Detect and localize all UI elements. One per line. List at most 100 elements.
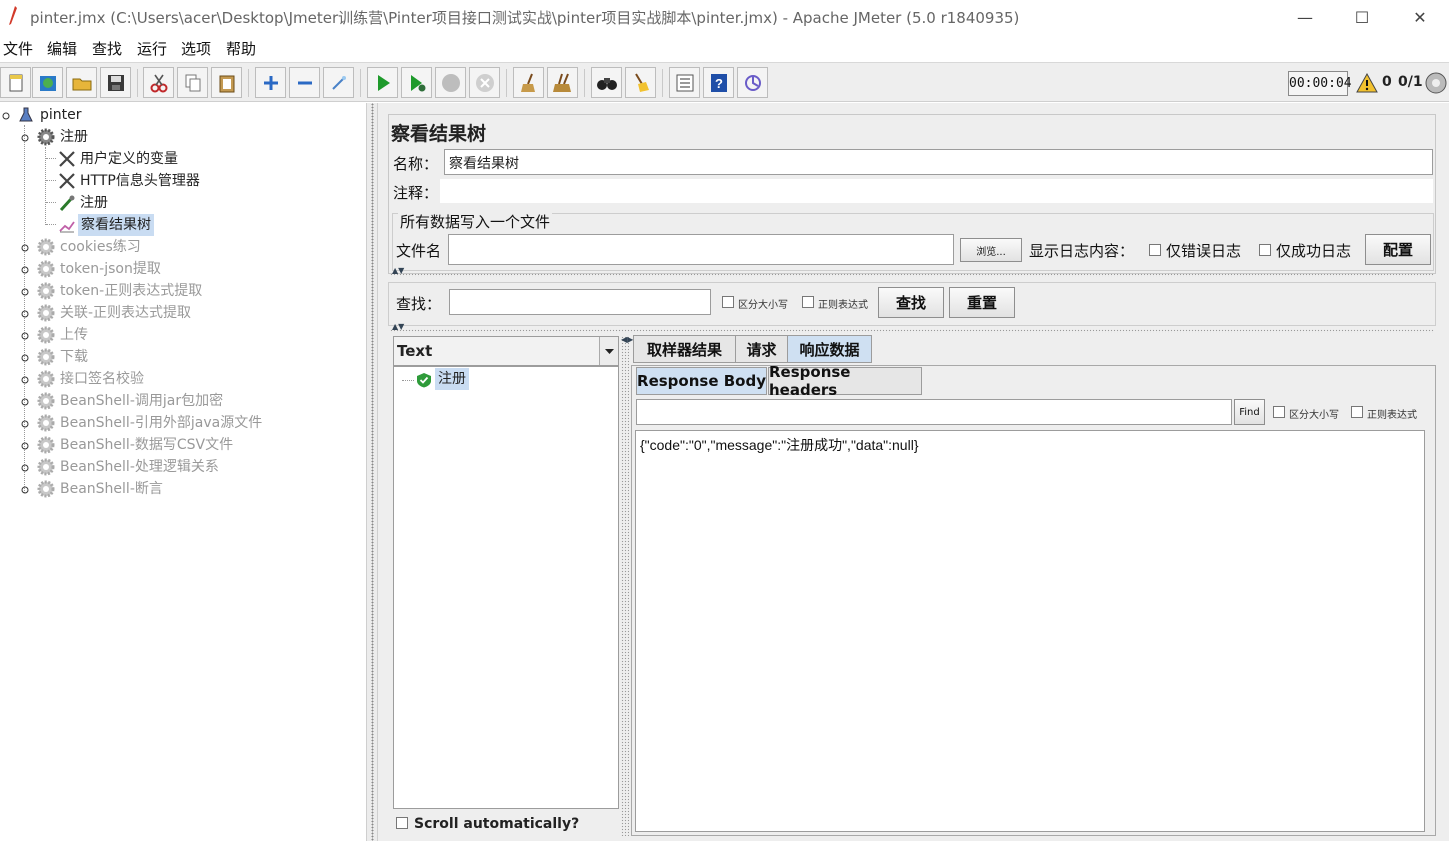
- shutdown-button[interactable]: [469, 67, 500, 98]
- tab-request[interactable]: 请求: [735, 335, 788, 363]
- results-splitter[interactable]: [621, 336, 629, 836]
- error-count: 0: [1382, 74, 1392, 90]
- menu-run[interactable]: 运行: [137, 38, 167, 59]
- write-file-group-title: 所有数据写入一个文件: [398, 211, 553, 232]
- stop-icon: [441, 73, 460, 92]
- body-find-button[interactable]: Find: [1234, 399, 1265, 425]
- expand-all-button[interactable]: [255, 67, 286, 98]
- expand-handle-icon[interactable]: [21, 442, 29, 450]
- expand-handle-icon[interactable]: [21, 332, 29, 340]
- open-button[interactable]: [66, 67, 97, 98]
- menu-options[interactable]: 选项: [181, 38, 211, 59]
- templates-button[interactable]: [32, 67, 63, 98]
- sample-result-tree: 注册: [393, 366, 619, 809]
- clear-all-button[interactable]: [547, 67, 578, 98]
- tab-sampler-result[interactable]: 取样器结果: [633, 335, 736, 363]
- collapse-all-button[interactable]: [289, 67, 320, 98]
- window-title: pinter.jmx (C:\Users\acer\Desktop\Jmeter…: [30, 9, 1020, 27]
- minimize-button[interactable]: —: [1275, 2, 1335, 32]
- new-button[interactable]: [0, 67, 31, 98]
- expand-handle-icon[interactable]: [2, 112, 10, 120]
- function-helper-button[interactable]: [669, 67, 700, 98]
- success-only-checkbox[interactable]: [1259, 244, 1271, 256]
- expand-handle-icon[interactable]: [21, 310, 29, 318]
- warning-icon[interactable]: [1356, 73, 1378, 93]
- start-no-pauses-button[interactable]: [401, 67, 432, 98]
- clear-button[interactable]: [513, 67, 544, 98]
- panel-title: 察看结果树: [391, 123, 487, 145]
- save-disk-icon: [107, 74, 124, 91]
- test-plan-tree: pinter 注册 用户定义的变量 HTTP信息头管理器 注册 察看结果树 co…: [0, 103, 366, 841]
- disabled-gear-icon: [37, 436, 55, 454]
- results-tree-chart-icon: [59, 221, 75, 233]
- broom-icon: [520, 73, 535, 92]
- search-field[interactable]: [449, 289, 711, 315]
- expand-handle-icon[interactable]: [21, 354, 29, 362]
- remote-button[interactable]: [737, 67, 768, 98]
- find-button[interactable]: 查找: [878, 287, 944, 318]
- paste-button[interactable]: [211, 67, 242, 98]
- body-case-sensitive-checkbox[interactable]: [1273, 406, 1285, 418]
- save-button[interactable]: [100, 67, 131, 98]
- expand-handle-icon[interactable]: [21, 398, 29, 406]
- play-icon: [377, 74, 390, 91]
- collapse-up-icon-2[interactable]: ▲▼: [392, 322, 404, 331]
- menu-edit[interactable]: 编辑: [47, 38, 77, 59]
- tab-response-headers[interactable]: Response headers: [768, 363, 922, 399]
- tab-response-body[interactable]: Response Body: [636, 367, 767, 395]
- filename-field[interactable]: [448, 234, 954, 265]
- filename-label: 文件名: [396, 242, 442, 260]
- reset-button[interactable]: 重置: [949, 287, 1015, 318]
- reset-search-broom-icon: [634, 72, 649, 92]
- remote-status-icon: [1425, 72, 1447, 94]
- expand-handle-icon[interactable]: [21, 266, 29, 274]
- menu-file[interactable]: 文件: [3, 38, 33, 59]
- comment-field[interactable]: [440, 179, 1433, 203]
- toggle-button[interactable]: [323, 67, 354, 98]
- stop-button[interactable]: [435, 67, 466, 98]
- shutdown-icon: [475, 73, 494, 92]
- splitter-arrow-icon[interactable]: ◀▶: [621, 335, 633, 344]
- expand-handle-icon[interactable]: [21, 420, 29, 428]
- tree-node-view-results-tree[interactable]: 察看结果树: [78, 214, 154, 236]
- sample-result-node[interactable]: 注册: [435, 368, 469, 390]
- paste-clipboard-icon: [219, 75, 234, 92]
- reset-search-button[interactable]: [625, 67, 656, 98]
- toolbar: ? 00:00:04 0 0/1: [0, 62, 1449, 102]
- expand-handle-icon[interactable]: [21, 464, 29, 472]
- renderer-select[interactable]: Text: [393, 336, 619, 366]
- body-regex-checkbox[interactable]: [1351, 406, 1363, 418]
- errors-only-checkbox[interactable]: [1149, 244, 1161, 256]
- browse-button[interactable]: 浏览...: [960, 238, 1022, 262]
- broom-all-icon: [552, 73, 571, 92]
- disabled-gear-icon: [37, 392, 55, 410]
- expand-handle-icon[interactable]: [21, 288, 29, 296]
- toggle-wand-icon: [331, 75, 346, 90]
- maximize-button[interactable]: ☐: [1332, 2, 1392, 32]
- copy-button[interactable]: [177, 67, 208, 98]
- close-button[interactable]: ✕: [1390, 2, 1449, 32]
- case-sensitive-checkbox[interactable]: [722, 296, 734, 308]
- name-field[interactable]: 察看结果树: [444, 149, 1433, 175]
- tab-response-data[interactable]: 响应数据: [787, 335, 872, 363]
- start-button[interactable]: [367, 67, 398, 98]
- search-label: 查找：: [396, 295, 442, 313]
- collapse-up-icon[interactable]: ▲▼: [392, 266, 404, 275]
- scroll-automatically-checkbox[interactable]: [396, 817, 408, 829]
- chevron-down-icon[interactable]: [599, 337, 618, 365]
- expand-handle-icon[interactable]: [21, 486, 29, 494]
- menu-search[interactable]: 查找: [92, 38, 122, 59]
- configure-button[interactable]: 配置: [1365, 234, 1431, 265]
- regex-checkbox[interactable]: [802, 296, 814, 308]
- errors-only-label: 仅错误日志: [1166, 242, 1242, 260]
- menu-help[interactable]: 帮助: [226, 38, 256, 59]
- help-button[interactable]: ?: [703, 67, 734, 98]
- expand-handle-icon[interactable]: [21, 134, 29, 142]
- cut-button[interactable]: [143, 67, 174, 98]
- search-button[interactable]: [591, 67, 622, 98]
- body-search-field[interactable]: [636, 399, 1232, 425]
- expand-handle-icon[interactable]: [21, 376, 29, 384]
- tree-splitter[interactable]: [366, 103, 378, 841]
- response-body-text[interactable]: {"code":"0","message":"注册成功","data":null…: [635, 430, 1425, 832]
- expand-handle-icon[interactable]: [21, 244, 29, 252]
